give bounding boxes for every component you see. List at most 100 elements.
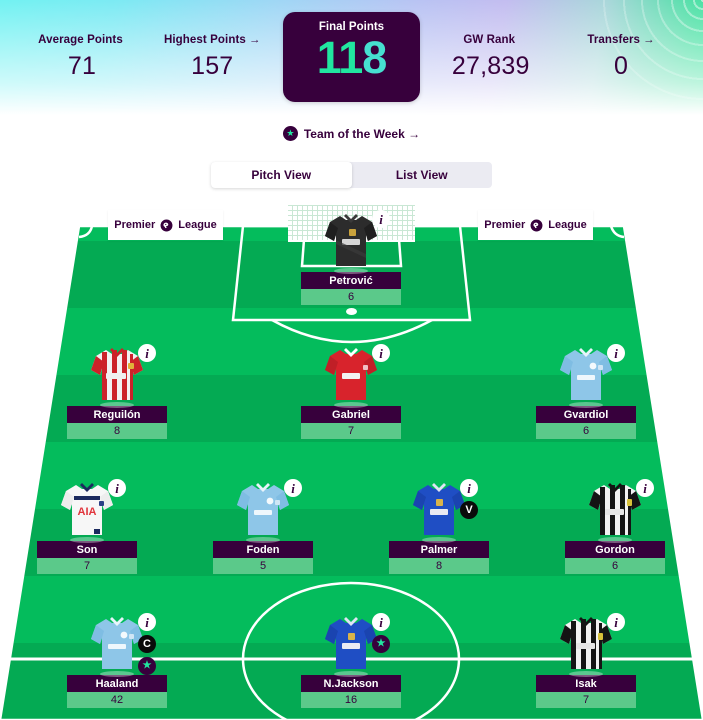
stat-gw-rank-value: 27,839 bbox=[451, 52, 530, 80]
stat-transfers-label-text: Transfers bbox=[587, 34, 641, 46]
player-name: Gordon bbox=[565, 541, 665, 558]
team-of-the-week-label-text: Team of the Week bbox=[303, 126, 405, 141]
shirt-shadow bbox=[100, 402, 134, 408]
player-shirt[interactable]: i bbox=[88, 344, 156, 408]
arrow-right-icon: → bbox=[408, 126, 421, 141]
info-badge-icon[interactable]: i bbox=[138, 344, 156, 362]
player-name: Petrović bbox=[301, 272, 401, 289]
team-of-the-week-label: Team of the Week → bbox=[304, 127, 420, 141]
pl-banner-right-text-b: League bbox=[548, 219, 587, 231]
premier-league-banner-right: Premier League bbox=[478, 210, 593, 240]
stat-highest-points-value: 157 bbox=[191, 52, 234, 80]
pl-banner-left-text-b: League bbox=[178, 219, 217, 231]
stat-transfers-label: Transfers → bbox=[561, 34, 681, 46]
info-badge-icon[interactable]: i bbox=[460, 479, 478, 497]
stat-average-points: Average Points 71 bbox=[22, 34, 142, 81]
player-card[interactable]: i Gvardiol 6 bbox=[536, 344, 636, 439]
player-card[interactable]: i Foden 5 bbox=[213, 479, 313, 574]
captain-badge-icon[interactable]: C bbox=[138, 635, 156, 653]
player-badges: i bbox=[108, 479, 126, 497]
tab-list-view[interactable]: List View bbox=[352, 162, 493, 188]
vice-badge-icon[interactable]: V bbox=[460, 501, 478, 519]
player-card[interactable]: i ★ N.Jackson 16 bbox=[301, 613, 401, 708]
football-icon bbox=[345, 308, 357, 315]
player-shirt[interactable]: i bbox=[557, 344, 625, 408]
player-shirt[interactable]: i bbox=[586, 479, 654, 543]
shirt-shadow bbox=[569, 402, 603, 408]
svg-text:AIA: AIA bbox=[78, 506, 97, 518]
shirt-shadow bbox=[100, 671, 134, 677]
shirt-shadow bbox=[569, 671, 603, 677]
fpl-gameweek-pitch-page: Average Points 71 Highest Points → 157 GW… bbox=[0, 0, 703, 720]
info-badge-icon[interactable]: i bbox=[284, 479, 302, 497]
player-card[interactable]: i Gabriel 7 bbox=[301, 344, 401, 439]
info-badge-icon[interactable]: i bbox=[372, 344, 390, 362]
player-card[interactable]: iV Palmer 8 bbox=[389, 479, 489, 574]
shirt-shadow bbox=[246, 537, 280, 543]
shirt-shadow bbox=[334, 268, 368, 274]
premier-league-lion-icon bbox=[530, 219, 543, 231]
tab-pitch-view[interactable]: Pitch View bbox=[211, 162, 352, 188]
player-badges: i bbox=[636, 479, 654, 497]
player-card[interactable]: i C ★ Haaland 42 bbox=[67, 613, 167, 708]
pitch-view: Premier League Premier League i Petrović… bbox=[0, 196, 703, 720]
info-badge-icon[interactable]: i bbox=[372, 613, 390, 631]
player-name: Gabriel bbox=[301, 406, 401, 423]
final-points-value: 118 bbox=[317, 32, 388, 83]
shirt-shadow bbox=[334, 402, 368, 408]
star-badge-icon: ★ bbox=[282, 126, 298, 141]
shirt-shadow bbox=[422, 537, 456, 543]
stat-highest-points[interactable]: Highest Points → 157 bbox=[152, 34, 272, 81]
player-card[interactable]: i Reguilón 8 bbox=[67, 344, 167, 439]
player-badges: iV bbox=[460, 479, 478, 519]
player-points: 16 bbox=[301, 692, 401, 708]
stat-transfers[interactable]: Transfers → 0 bbox=[561, 34, 681, 81]
player-points: 7 bbox=[37, 558, 137, 574]
player-card[interactable]: AIA i Son 7 bbox=[37, 479, 137, 574]
player-shirt[interactable]: iV bbox=[410, 479, 478, 543]
final-points-card: Final Points 118 bbox=[283, 12, 420, 102]
stat-average-points-value: 71 bbox=[67, 52, 97, 80]
player-points: 6 bbox=[301, 289, 401, 305]
player-card[interactable]: i Gordon 6 bbox=[565, 479, 665, 574]
premier-league-banner-left: Premier League bbox=[108, 210, 223, 240]
player-shirt[interactable]: i bbox=[557, 613, 625, 677]
player-shirt[interactable]: i bbox=[322, 344, 390, 408]
player-badges: i bbox=[284, 479, 302, 497]
info-badge-icon[interactable]: i bbox=[372, 210, 390, 228]
player-name: Foden bbox=[213, 541, 313, 558]
player-points: 5 bbox=[213, 558, 313, 574]
player-card[interactable]: i Isak 7 bbox=[536, 613, 636, 708]
star-badge-icon[interactable]: ★ bbox=[138, 657, 156, 675]
info-badge-icon[interactable]: i bbox=[108, 479, 126, 497]
player-shirt[interactable]: i ★ bbox=[322, 613, 390, 677]
player-card[interactable]: i Petrović 6 bbox=[301, 210, 401, 315]
gameweek-stats-header: Average Points 71 Highest Points → 157 GW… bbox=[0, 0, 703, 115]
player-badges: i ★ bbox=[372, 613, 390, 653]
info-badge-icon[interactable]: i bbox=[607, 344, 625, 362]
stat-gw-rank-label: GW Rank bbox=[431, 34, 551, 46]
info-badge-icon[interactable]: i bbox=[636, 479, 654, 497]
info-badge-icon[interactable]: i bbox=[138, 613, 156, 631]
team-of-the-week-link[interactable]: ★ Team of the Week → bbox=[0, 126, 703, 141]
info-badge-icon[interactable]: i bbox=[607, 613, 625, 631]
player-badges: i bbox=[372, 344, 390, 362]
player-points: 8 bbox=[389, 558, 489, 574]
premier-league-lion-icon bbox=[160, 219, 173, 231]
player-points: 6 bbox=[536, 423, 636, 439]
player-name: Son bbox=[37, 541, 137, 558]
stat-highest-points-label-text: Highest Points bbox=[163, 34, 246, 46]
arrow-right-icon: → bbox=[248, 34, 261, 46]
player-name: Haaland bbox=[67, 675, 167, 692]
player-badges: i C ★ bbox=[138, 613, 156, 675]
view-toggle: Pitch View List View bbox=[211, 162, 492, 188]
player-shirt[interactable]: i bbox=[234, 479, 302, 543]
pl-banner-right-text-a: Premier bbox=[484, 219, 526, 231]
star-badge-icon[interactable]: ★ bbox=[372, 635, 390, 653]
final-points-value-part-b: 8 bbox=[362, 32, 387, 83]
player-badges: i bbox=[607, 344, 625, 362]
player-shirt[interactable]: i bbox=[322, 210, 390, 274]
player-shirt[interactable]: i C ★ bbox=[88, 613, 156, 677]
player-points: 42 bbox=[67, 692, 167, 708]
player-shirt[interactable]: AIA i bbox=[58, 479, 126, 543]
